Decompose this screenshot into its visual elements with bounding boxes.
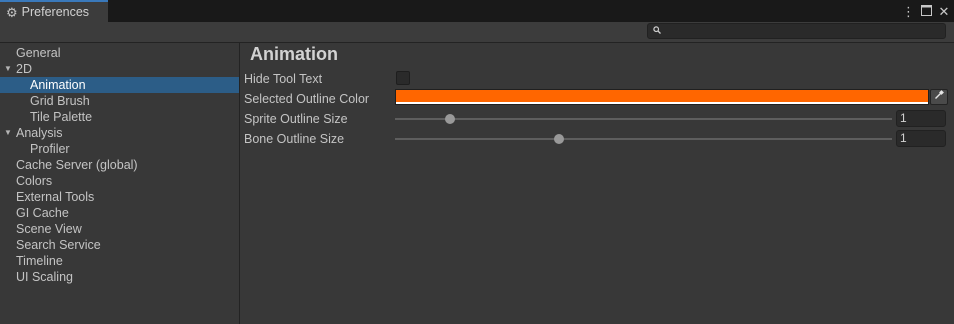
search-box[interactable] [647, 23, 946, 39]
sprite-outline-size-input[interactable]: 1 [896, 110, 946, 127]
sidebar-item-label: UI Scaling [16, 270, 73, 284]
search-input[interactable] [661, 24, 945, 38]
settings-content: Animation Hide Tool Text Selected Outlin… [240, 43, 954, 324]
sidebar-item-timeline[interactable]: Timeline [0, 253, 239, 269]
alpha-bar [396, 102, 928, 104]
sidebar-item-label: GI Cache [16, 206, 69, 220]
sidebar-item-label: Tile Palette [30, 110, 93, 124]
sidebar-item-label: Analysis [16, 126, 63, 140]
sidebar-item-gi-cache[interactable]: GI Cache [0, 205, 239, 221]
expand-arrow-icon[interactable]: ▼ [4, 125, 12, 141]
hide-tool-text-label: Hide Tool Text [244, 72, 323, 86]
sidebar-item-analysis[interactable]: ▼ Analysis [0, 125, 239, 141]
sidebar-item-label: Scene View [16, 222, 82, 236]
sidebar-item-external-tools[interactable]: External Tools [0, 189, 239, 205]
sidebar-item-label: Animation [30, 78, 86, 92]
bone-outline-size-slider[interactable] [395, 138, 892, 140]
page-title: Animation [250, 44, 338, 64]
preferences-toolbar [0, 22, 954, 43]
sprite-outline-size-slider[interactable] [395, 118, 892, 120]
kebab-menu-icon[interactable]: ⋮ [902, 5, 915, 18]
sidebar-item-cache-server-global[interactable]: Cache Server (global) [0, 157, 239, 173]
sidebar-item-profiler[interactable]: Profiler [0, 141, 239, 157]
close-icon[interactable]: ✕ [938, 5, 950, 18]
sidebar-item-label: Profiler [30, 142, 70, 156]
maximize-icon[interactable] [920, 4, 932, 18]
window-tab-bar: ⚙ Preferences ⋮ ✕ [0, 0, 954, 22]
sidebar-item-grid-brush[interactable]: Grid Brush [0, 93, 239, 109]
sidebar-item-label: General [16, 46, 61, 60]
sidebar-item-tile-palette[interactable]: Tile Palette [0, 109, 239, 125]
selected-outline-color-field[interactable] [395, 89, 929, 105]
preferences-tab[interactable]: ⚙ Preferences [0, 0, 108, 22]
bone-outline-size-label: Bone Outline Size [244, 132, 345, 146]
sidebar-item-label: External Tools [16, 190, 95, 204]
bone-outline-size-input[interactable]: 1 [896, 130, 946, 147]
expand-arrow-icon[interactable]: ▼ [4, 61, 12, 77]
preferences-window: ⚙ Preferences ⋮ ✕ General ▼ 2D Animation Gri… [0, 0, 954, 324]
sidebar-item-label: Colors [16, 174, 53, 188]
sidebar-item-label: Cache Server (global) [16, 158, 138, 172]
selected-outline-color-label: Selected Outline Color [244, 92, 370, 106]
sidebar-item-search-service[interactable]: Search Service [0, 237, 239, 253]
bone-outline-size-slider-thumb[interactable] [554, 134, 564, 144]
search-icon [653, 26, 661, 36]
window-controls: ⋮ ✕ [902, 0, 950, 22]
sidebar-item-scene-view[interactable]: Scene View [0, 221, 239, 237]
hide-tool-text-checkbox[interactable] [396, 71, 410, 85]
sidebar-item-general[interactable]: General [0, 45, 239, 61]
sidebar-item-colors[interactable]: Colors [0, 173, 239, 189]
tab-title: Preferences [21, 5, 90, 19]
sprite-outline-size-slider-thumb[interactable] [444, 114, 455, 124]
sidebar-item-ui-scaling[interactable]: UI Scaling [0, 269, 239, 285]
sidebar-item-label: Grid Brush [30, 94, 90, 108]
sidebar-item-label: Search Service [16, 238, 101, 252]
sidebar-item-2d[interactable]: ▼ 2D [0, 61, 239, 77]
gear-icon: ⚙ [6, 4, 18, 20]
color-swatch [396, 90, 928, 102]
eyedropper-icon[interactable] [930, 89, 948, 105]
settings-sidebar: General ▼ 2D Animation Grid Brush Tile Palett… [0, 43, 240, 324]
sidebar-item-label: Timeline [16, 254, 63, 268]
sidebar-item-label: 2D [16, 62, 32, 76]
sprite-outline-size-label: Sprite Outline Size [244, 112, 348, 126]
sidebar-item-animation[interactable]: Animation [0, 77, 239, 93]
